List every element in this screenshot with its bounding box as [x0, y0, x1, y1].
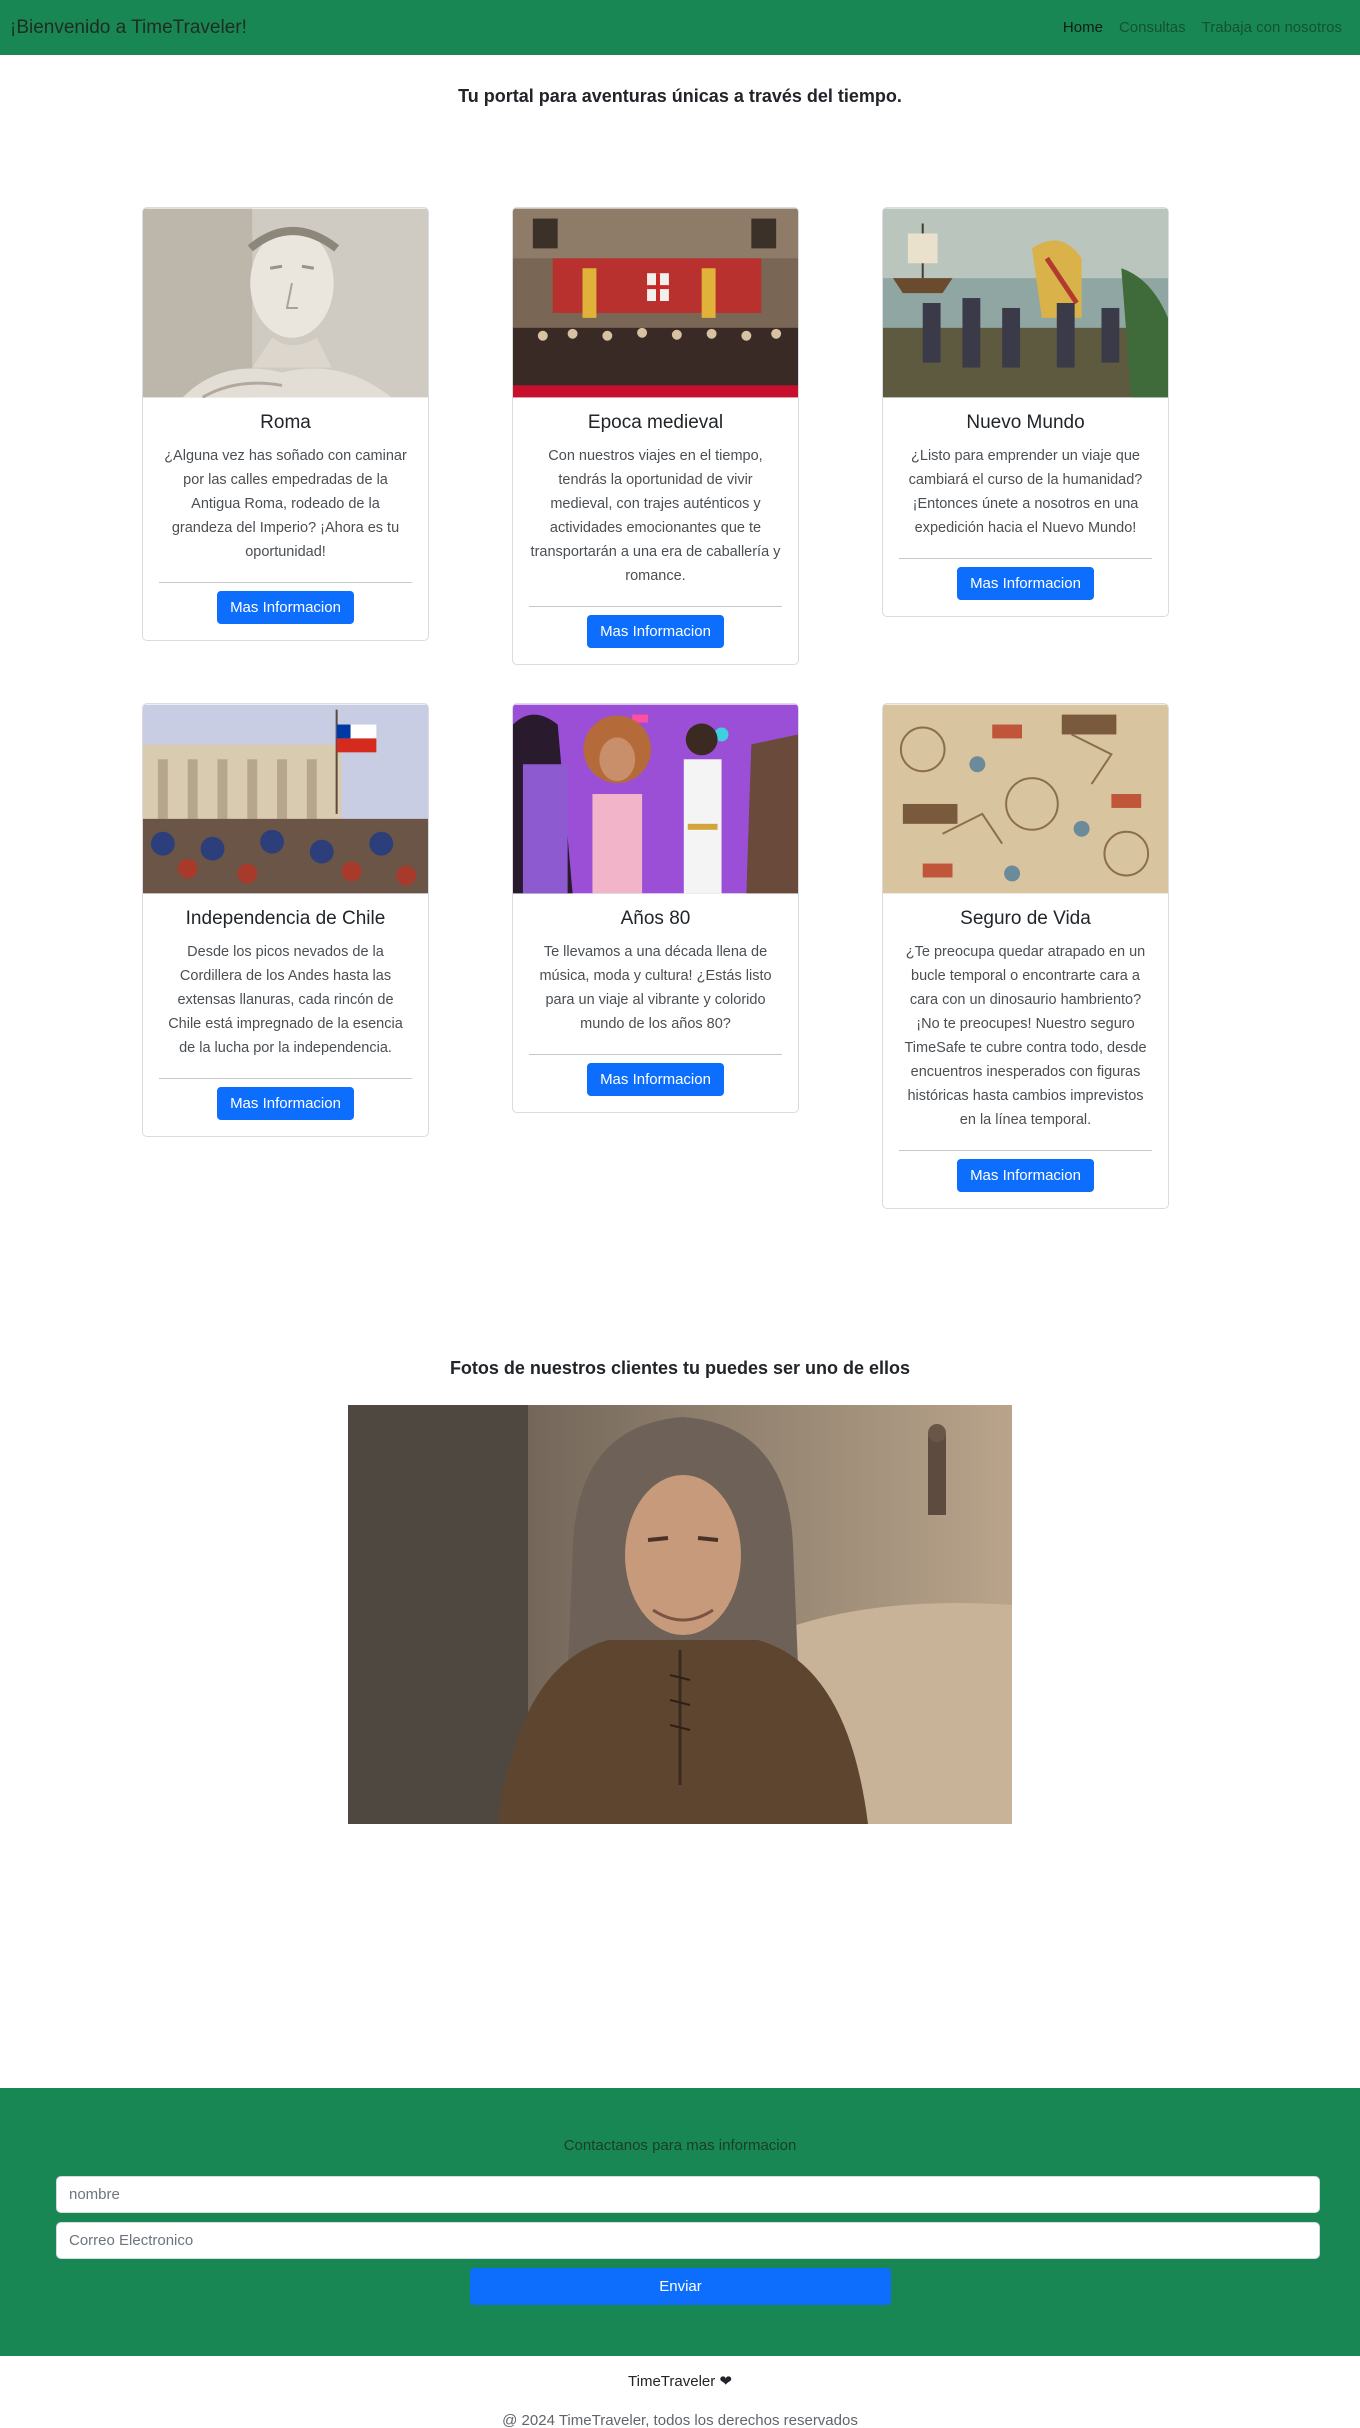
footer-brand: TimeTraveler ❤	[628, 2373, 732, 2390]
more-info-button[interactable]: Mas Informacion	[217, 591, 354, 624]
more-info-button[interactable]: Mas Informacion	[587, 1063, 724, 1096]
card-text: Con nuestros viajes en el tiempo, tendrá…	[530, 448, 781, 584]
card-body: Años 80 Te llevamos a una década llena d…	[513, 894, 798, 1112]
roman-statue-photo	[143, 208, 428, 398]
eighties-collage	[513, 704, 798, 894]
hero-tagline: Tu portal para aventuras únicas a través…	[458, 86, 902, 106]
card-title: Seguro de Vida	[960, 908, 1091, 929]
name-field[interactable]	[56, 2176, 1320, 2213]
clients-title: Fotos de nuestros clientes tu puedes ser…	[449, 1358, 911, 1378]
chile-independence-painting	[143, 704, 428, 894]
divider	[159, 582, 412, 583]
card-nuevo-mundo: Nuevo Mundo ¿Listo para emprender un via…	[882, 207, 1169, 617]
hooded-traveler-photo	[348, 1405, 1012, 1824]
card-title: Independencia de Chile	[185, 908, 386, 929]
vintage-travel-pattern	[883, 704, 1168, 894]
card-title: Nuevo Mundo	[966, 412, 1085, 433]
navbar: ¡Bienvenido a TimeTraveler! Home Consult…	[0, 0, 1360, 55]
brand-title[interactable]: ¡Bienvenido a TimeTraveler!	[10, 17, 247, 39]
nav-links: Home Consultas Trabaja con nosotros	[1063, 19, 1342, 36]
card-anos-80: Años 80 Te llevamos a una década llena d…	[512, 703, 799, 1113]
card-text: ¿Alguna vez has soñado con caminar por l…	[164, 448, 407, 560]
divider	[529, 606, 782, 607]
more-info-button[interactable]: Mas Informacion	[217, 1087, 354, 1120]
card-body: Epoca medieval Con nuestros viajes en el…	[513, 398, 798, 664]
card-text: ¿Te preocupa quedar atrapado en un bucle…	[904, 944, 1147, 1128]
card-medieval: Epoca medieval Con nuestros viajes en el…	[512, 207, 799, 665]
card-body: Nuevo Mundo ¿Listo para emprender un via…	[883, 398, 1168, 616]
divider	[159, 1078, 412, 1079]
more-info-button[interactable]: Mas Informacion	[587, 615, 724, 648]
nav-link-trabaja[interactable]: Trabaja con nosotros	[1202, 19, 1342, 36]
divider	[899, 1150, 1152, 1151]
card-text: Desde los picos nevados de la Cordillera…	[168, 944, 403, 1056]
nav-link-consultas[interactable]: Consultas	[1119, 19, 1186, 36]
card-text: Te llevamos a una década llena de música…	[539, 944, 772, 1032]
card-title: Roma	[260, 412, 311, 433]
card-seguro-vida: Seguro de Vida ¿Te preocupa quedar atrap…	[882, 703, 1169, 1209]
divider	[529, 1054, 782, 1055]
card-body: Seguro de Vida ¿Te preocupa quedar atrap…	[883, 894, 1168, 1208]
medieval-festival-photo	[513, 208, 798, 398]
card-title: Años 80	[620, 908, 691, 929]
card-text: ¿Listo para emprender un viaje que cambi…	[908, 448, 1143, 536]
card-body: Roma ¿Alguna vez has soñado con caminar …	[143, 398, 428, 640]
send-button[interactable]: Enviar	[470, 2268, 891, 2305]
card-chile: Independencia de Chile Desde los picos n…	[142, 703, 429, 1137]
contact-section: Contactanos para mas informacion Enviar	[0, 2088, 1360, 2356]
card-roma: Roma ¿Alguna vez has soñado con caminar …	[142, 207, 429, 641]
nav-link-home[interactable]: Home	[1063, 19, 1103, 36]
email-field[interactable]	[56, 2222, 1320, 2259]
card-title: Epoca medieval	[587, 412, 724, 433]
more-info-button[interactable]: Mas Informacion	[957, 567, 1094, 600]
footer-copyright: @ 2024 TimeTraveler, todos los derechos …	[502, 2412, 858, 2428]
divider	[899, 558, 1152, 559]
new-world-painting	[883, 208, 1168, 398]
contact-title: Contactanos para mas informacion	[563, 2137, 797, 2154]
more-info-button[interactable]: Mas Informacion	[957, 1159, 1094, 1192]
card-body: Independencia de Chile Desde los picos n…	[143, 894, 428, 1136]
